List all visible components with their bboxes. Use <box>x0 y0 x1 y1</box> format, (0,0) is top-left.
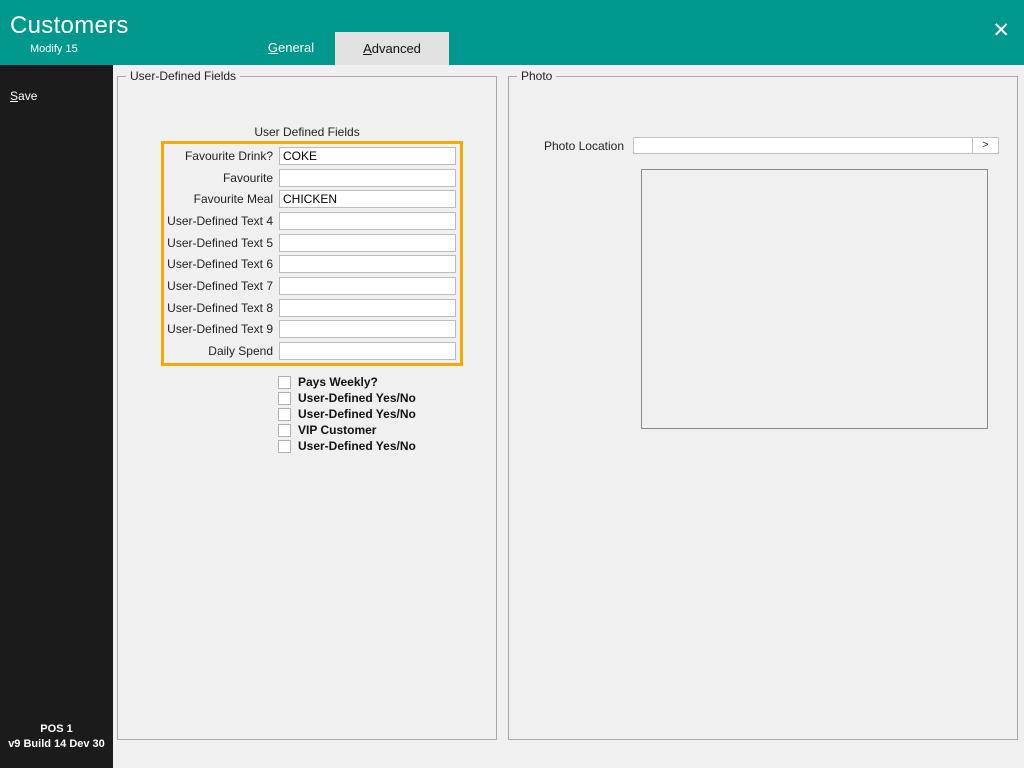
user-defined-text-7-label: User-Defined Text 7 <box>164 279 279 293</box>
field-row: User-Defined Text 8 <box>164 297 460 318</box>
close-icon[interactable]: ✕ <box>992 20 1010 41</box>
user-defined-fields-group-title: User-Defined Fields <box>126 69 240 83</box>
user-defined-text-9-label: User-Defined Text 9 <box>164 322 279 336</box>
yes-no-checkbox-group: Pays Weekly? User-Defined Yes/No User-De… <box>278 374 416 454</box>
pays-weekly-label: Pays Weekly? <box>298 375 378 389</box>
save-button-label: Save <box>10 89 37 103</box>
checkbox-row: User-Defined Yes/No <box>278 438 416 454</box>
user-defined-text-7-input[interactable] <box>279 277 456 295</box>
pays-weekly-checkbox[interactable] <box>278 376 291 389</box>
user-defined-fields-group: User-Defined Fields User Defined Fields … <box>117 76 497 740</box>
page-subtitle: Modify 15 <box>30 43 78 55</box>
user-defined-yesno-5-label: User-Defined Yes/No <box>298 439 416 453</box>
favourite-input[interactable] <box>279 169 456 187</box>
tab-general[interactable]: General <box>246 0 336 65</box>
photo-location-label: Photo Location <box>509 139 633 153</box>
photo-location-row: Photo Location > <box>509 137 999 154</box>
field-row: Favourite Meal <box>164 189 460 210</box>
user-defined-text-4-input[interactable] <box>279 212 456 230</box>
user-defined-text-8-input[interactable] <box>279 299 456 317</box>
photo-browse-button[interactable]: > <box>973 137 999 154</box>
vip-customer-label: VIP Customer <box>298 423 376 437</box>
main-content: User-Defined Fields User Defined Fields … <box>113 65 1024 768</box>
version-label: v9 Build 14 Dev 30 <box>0 737 113 752</box>
user-defined-yesno-2-checkbox[interactable] <box>278 392 291 405</box>
user-defined-text-5-input[interactable] <box>279 234 456 252</box>
tab-advanced-label: Advanced <box>363 41 421 56</box>
field-row: User-Defined Text 9 <box>164 319 460 340</box>
sidebar-footer: POS 1 v9 Build 14 Dev 30 <box>0 722 113 752</box>
favourite-meal-input[interactable] <box>279 190 456 208</box>
photo-preview-area <box>641 169 988 429</box>
favourite-drink-label: Favourite Drink? <box>164 149 279 163</box>
daily-spend-label: Daily Spend <box>164 344 279 358</box>
pos-terminal-label: POS 1 <box>0 722 113 737</box>
checkbox-row: User-Defined Yes/No <box>278 406 416 422</box>
user-defined-text-9-input[interactable] <box>279 320 456 338</box>
user-defined-text-5-label: User-Defined Text 5 <box>164 236 279 250</box>
field-row: User-Defined Text 5 <box>164 232 460 253</box>
favourite-drink-input[interactable] <box>279 147 456 165</box>
user-defined-yesno-3-checkbox[interactable] <box>278 408 291 421</box>
user-defined-text-6-label: User-Defined Text 6 <box>164 257 279 271</box>
photo-group: Photo Photo Location > <box>508 76 1018 740</box>
user-defined-yesno-3-label: User-Defined Yes/No <box>298 407 416 421</box>
favourite-label: Favourite <box>164 171 279 185</box>
user-defined-text-6-input[interactable] <box>279 255 456 273</box>
tab-general-label: General <box>268 40 314 55</box>
checkbox-row: Pays Weekly? <box>278 374 416 390</box>
title-bar: Customers Modify 15 General Advanced ✕ <box>0 0 1024 65</box>
save-button[interactable]: Save <box>10 89 37 103</box>
user-defined-text-8-label: User-Defined Text 8 <box>164 301 279 315</box>
field-row: User-Defined Text 7 <box>164 275 460 296</box>
favourite-meal-label: Favourite Meal <box>164 192 279 206</box>
sidebar: Save POS 1 v9 Build 14 Dev 30 <box>0 65 113 768</box>
checkbox-row: VIP Customer <box>278 422 416 438</box>
field-row: User-Defined Text 4 <box>164 210 460 231</box>
field-row: Favourite Drink? <box>164 145 460 166</box>
daily-spend-input[interactable] <box>279 342 456 360</box>
photo-location-input[interactable] <box>633 137 973 154</box>
photo-group-title: Photo <box>517 69 556 83</box>
field-row: Favourite <box>164 167 460 188</box>
user-defined-yesno-5-checkbox[interactable] <box>278 440 291 453</box>
user-defined-fields-header: User Defined Fields <box>118 125 496 139</box>
checkbox-row: User-Defined Yes/No <box>278 390 416 406</box>
field-row: User-Defined Text 6 <box>164 254 460 275</box>
vip-customer-checkbox[interactable] <box>278 424 291 437</box>
user-defined-yesno-2-label: User-Defined Yes/No <box>298 391 416 405</box>
highlighted-fields-region: Favourite Drink? Favourite Favourite Mea… <box>161 141 463 366</box>
field-row: Daily Spend <box>164 341 460 362</box>
tab-advanced[interactable]: Advanced <box>335 32 449 65</box>
user-defined-text-4-label: User-Defined Text 4 <box>164 214 279 228</box>
page-title: Customers <box>10 12 129 40</box>
